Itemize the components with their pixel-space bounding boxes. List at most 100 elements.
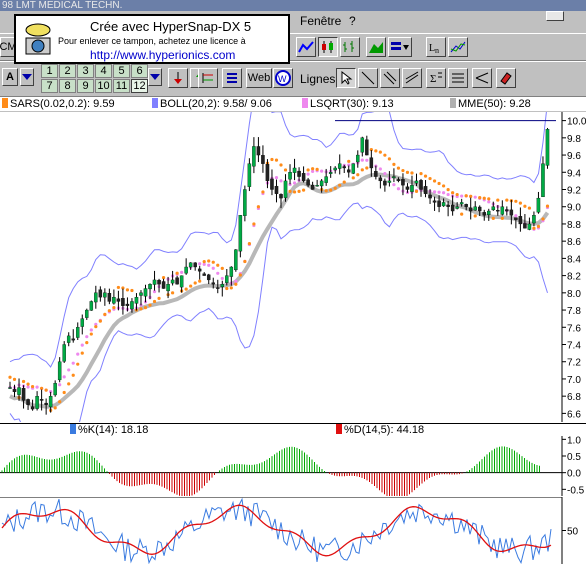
volume-chart-icon[interactable] <box>388 37 412 57</box>
eraser-icon[interactable] <box>496 68 516 88</box>
lsqrt-dot <box>392 183 396 187</box>
web-button[interactable]: Web <box>246 68 272 88</box>
candle-body <box>274 185 279 194</box>
candle-body <box>523 223 527 229</box>
menu-fenetre[interactable]: Fenêtre <box>300 14 341 28</box>
sar-dot <box>532 226 536 230</box>
bollinger-lower-line <box>9 202 548 422</box>
watermark-link[interactable]: http://www.hyperionics.com <box>90 48 235 62</box>
candle-body <box>356 154 360 163</box>
candle-body <box>44 402 48 405</box>
list-icon[interactable] <box>222 68 242 88</box>
period-button-9[interactable]: 9 <box>77 79 94 93</box>
candle-body <box>130 301 134 310</box>
lsqrt-dot <box>437 190 441 194</box>
price-tick-label: 9.6 <box>567 151 581 162</box>
candle-body <box>112 296 116 304</box>
candle-body <box>450 204 455 212</box>
candle-body <box>374 171 378 177</box>
period-button-7[interactable]: 7 <box>41 79 58 93</box>
candle-body <box>423 186 428 194</box>
sar-dot <box>103 312 107 316</box>
sar-dot <box>175 271 179 275</box>
scale-icon[interactable] <box>198 68 218 88</box>
period-button-11[interactable]: 11 <box>113 79 130 93</box>
chevron-down-icon[interactable] <box>20 68 34 86</box>
zoom-in-icon[interactable] <box>168 68 188 88</box>
sar-dot <box>157 296 161 300</box>
log-scale-icon[interactable]: Ln <box>426 37 446 57</box>
period-button-2[interactable]: 2 <box>59 64 76 78</box>
lsqrt-dot <box>320 169 324 173</box>
sar-dot <box>414 189 419 193</box>
candle-body <box>148 284 152 290</box>
line-tool-icon[interactable] <box>358 68 378 88</box>
price-tick-label: 10.0 <box>567 117 586 128</box>
lsqrt-dot <box>274 175 279 180</box>
compare-chart-icon[interactable] <box>448 37 468 57</box>
period-button-6[interactable]: 6 <box>131 64 148 78</box>
period-button-1[interactable]: 1 <box>41 64 58 78</box>
cursor-arrow-icon[interactable] <box>336 68 356 88</box>
horizontal-lines-icon[interactable] <box>448 68 468 88</box>
sar-dot <box>225 286 229 291</box>
sar-dot <box>410 171 414 175</box>
sar-dot <box>478 196 482 200</box>
sar-dot <box>446 188 450 192</box>
legend-swatch <box>2 98 8 108</box>
lsqrt-dot <box>306 172 310 176</box>
candle-body <box>491 206 496 211</box>
lsqrt-dot <box>292 181 297 185</box>
candle-body <box>26 399 30 405</box>
indicator-legend: SARS(0.02,0.2): 9.59 BOLL(20,2): 9.58/ 9… <box>0 97 586 112</box>
price-tick-label: 8.0 <box>567 289 581 300</box>
lsqrt-dot <box>180 270 184 274</box>
fan-lines-icon[interactable] <box>472 68 492 88</box>
fibonacci-icon[interactable]: Σ <box>426 68 446 88</box>
candle-body <box>116 298 121 302</box>
sar-dot <box>116 285 120 290</box>
candle-body <box>405 186 410 190</box>
window-control-button[interactable] <box>546 11 564 21</box>
chevron-down-icon[interactable] <box>148 68 162 86</box>
period-button-3[interactable]: 3 <box>77 64 94 78</box>
sar-dot <box>347 159 351 163</box>
period-button-12[interactable]: 12 <box>131 79 148 93</box>
candle-body <box>202 273 206 276</box>
candle-body <box>396 179 401 182</box>
sar-dot <box>243 259 247 264</box>
price-tick-label: 8.2 <box>567 272 581 283</box>
price-chart[interactable]: 10.0 9.8 9.6 9.4 9.2 9.0 8.8 8.6 8.4 8.2 8.0 7.8 7.6… <box>0 112 586 422</box>
period-button-8[interactable]: 8 <box>59 79 76 93</box>
line-chart-icon[interactable] <box>296 37 316 57</box>
candle-body <box>71 338 75 341</box>
candlestick-chart-icon[interactable] <box>318 37 338 57</box>
sar-dot <box>482 196 486 200</box>
channel-tool-icon[interactable] <box>402 68 422 88</box>
web-globe-icon[interactable]: W <box>273 68 293 88</box>
legend-value: 9.13 <box>372 98 394 110</box>
parallel-lines-icon[interactable] <box>380 68 400 88</box>
stochastic-chart[interactable]: 50 <box>0 497 586 564</box>
toolbar-secondary: A 1 2 3 4 5 6 7 8 9 10 11 12 Web W Ligne… <box>0 61 586 97</box>
price-tick-label: 6.6 <box>567 409 581 420</box>
menu-help[interactable]: ? <box>349 14 356 28</box>
period-button-4[interactable]: 4 <box>95 64 112 78</box>
lsqrt-dot <box>446 192 450 197</box>
mountain-chart-icon[interactable] <box>366 37 386 57</box>
candle-body <box>279 194 283 199</box>
oscillator-legend: %K(14): 18.18 %D(14,5): 44.18 <box>0 423 586 437</box>
text-tool-button[interactable]: A <box>2 68 18 86</box>
sar-dot <box>324 189 328 193</box>
sar-dot <box>378 150 382 154</box>
sar-dot <box>67 382 71 386</box>
price-tick-label: 6.8 <box>567 392 581 403</box>
legend-swatch <box>152 98 158 108</box>
period-button-10[interactable]: 10 <box>95 79 112 93</box>
sar-dot <box>288 189 292 193</box>
bar-chart-icon[interactable] <box>340 37 360 57</box>
sar-dot <box>229 286 233 290</box>
momentum-tick-label: 0.5 <box>567 452 581 463</box>
period-button-5[interactable]: 5 <box>113 64 130 78</box>
momentum-chart[interactable]: 1.0 0.5 0.0 -0.5 <box>0 436 586 496</box>
